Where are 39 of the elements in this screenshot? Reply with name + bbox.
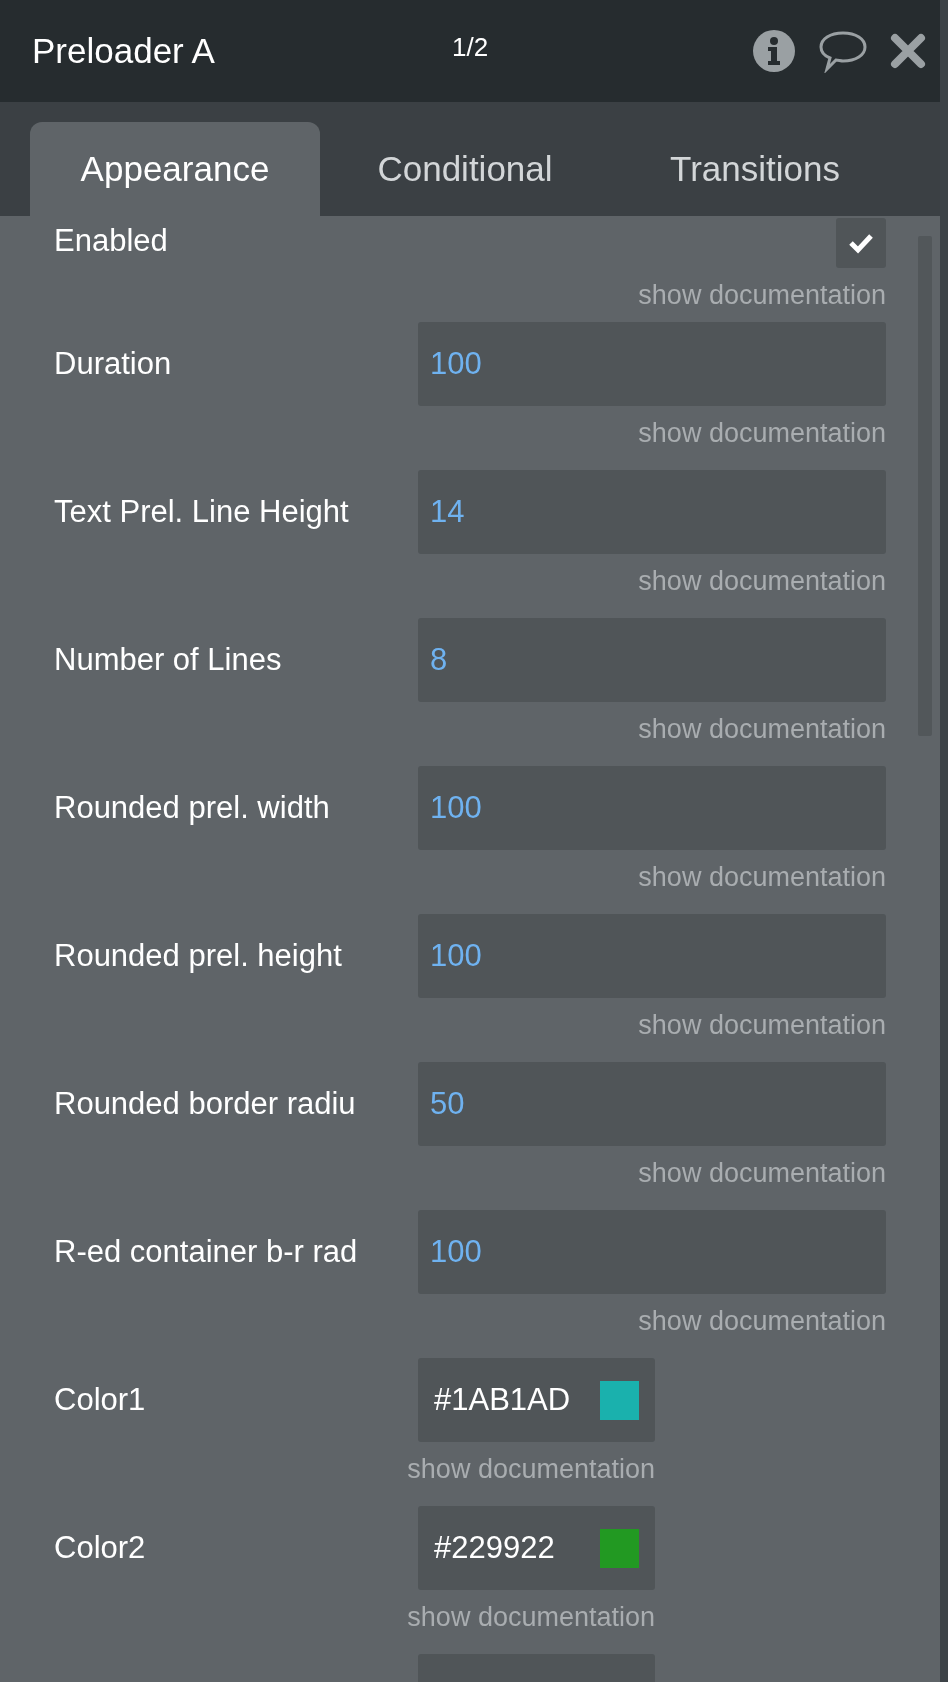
field-label: Color2 [54,1528,147,1567]
documentation-link[interactable]: show documentation [638,560,886,602]
input-field[interactable]: 14 [418,470,886,554]
field-label: Color1 [54,1380,147,1419]
input-field[interactable]: 8 [418,618,886,702]
tab[interactable]: Transitions [610,122,900,216]
documentation-link[interactable]: show documentation [638,708,886,750]
info-icon[interactable] [752,29,796,73]
field-label: Enabled [54,222,169,260]
window-title: Preloader A [32,29,216,72]
documentation-link[interactable]: show documentation [407,1448,655,1490]
input-field[interactable]: 100 [418,914,886,998]
field-label: Duration [54,344,173,383]
field-label: Number of Lines [54,640,283,679]
tab[interactable]: Appearance [30,122,320,216]
check-icon [848,232,874,254]
field-label: Rounded border radiu [54,1084,357,1123]
documentation-link[interactable]: show documentation [638,412,886,454]
field-label: Rounded prel. height [54,936,343,975]
documentation-link[interactable]: show documentation [638,274,886,316]
color-field[interactable]: #229922 [418,1506,655,1590]
checkbox[interactable] [836,218,886,268]
field-label: Rounded prel. width [54,788,331,827]
field-label: Text Prel. Line Height [54,492,350,531]
close-icon[interactable] [890,33,926,69]
documentation-link[interactable]: show documentation [407,1596,655,1638]
page-indicator: 1/2 [452,30,490,64]
documentation-link[interactable]: show documentation [638,1152,886,1194]
input-field[interactable]: 50 [418,1062,886,1146]
input-field[interactable]: 100 [418,322,886,406]
color-field[interactable]: #1AB1AD [418,1358,655,1442]
documentation-link[interactable]: show documentation [638,1300,886,1342]
field-label: R-ed container b-r rad [54,1232,359,1271]
tab[interactable]: Conditional [320,122,610,216]
documentation-link[interactable]: show documentation [638,856,886,898]
comment-icon[interactable] [818,29,868,73]
input-field[interactable]: 100 [418,1210,886,1294]
documentation-link[interactable]: show documentation [638,1004,886,1046]
input-field[interactable]: 100 [418,766,886,850]
